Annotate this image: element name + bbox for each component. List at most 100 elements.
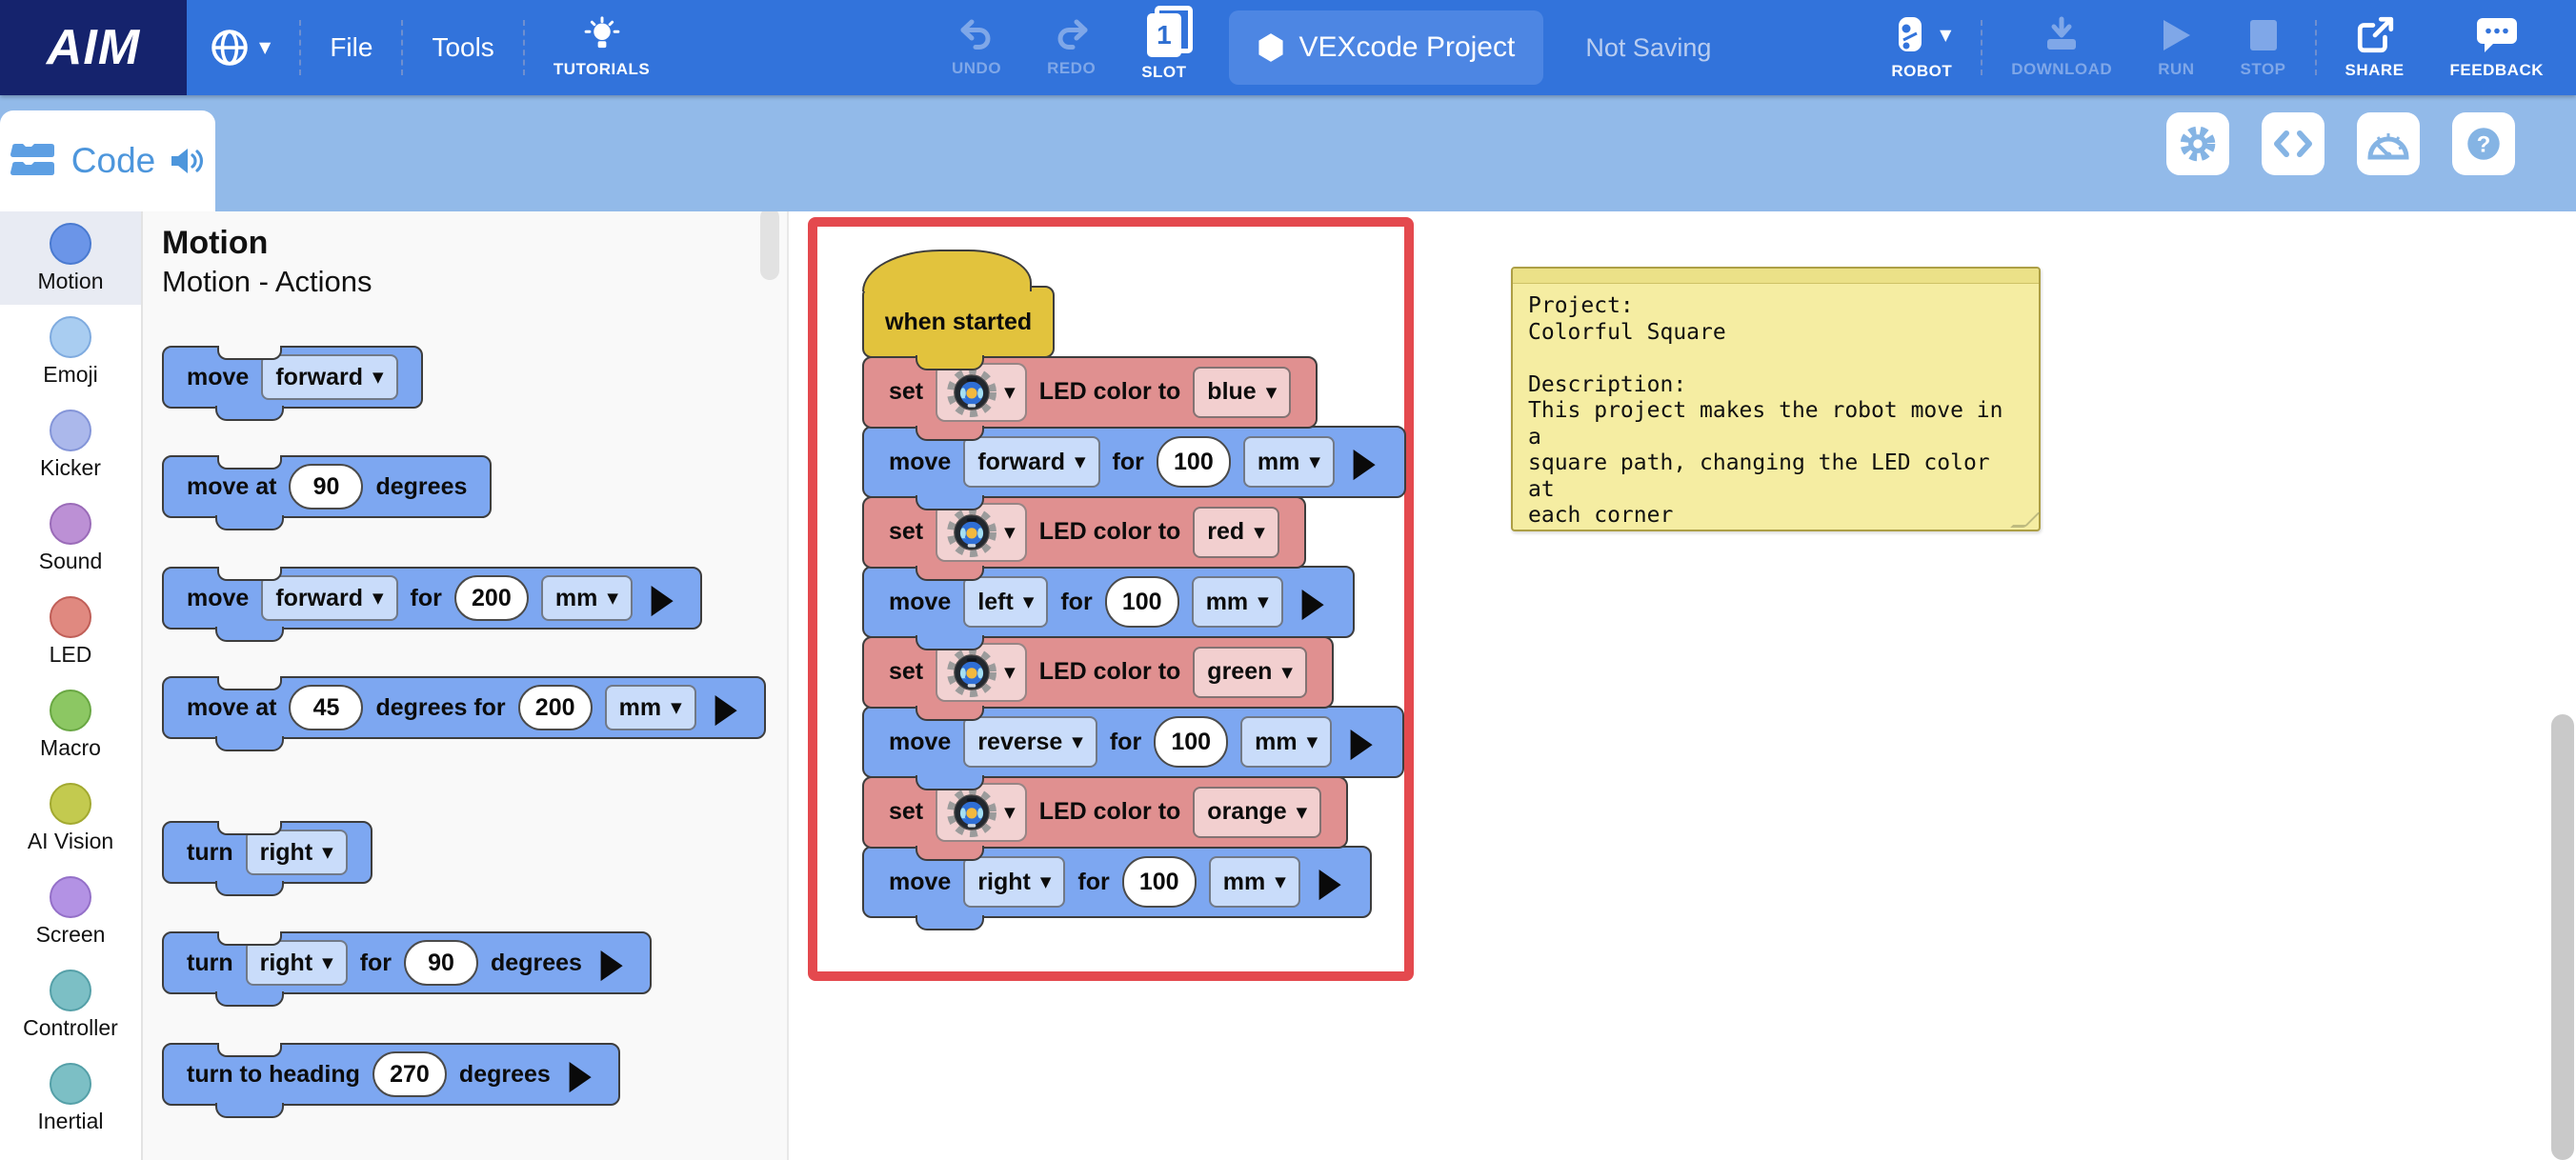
- code-view-button[interactable]: [2262, 112, 2324, 175]
- tutorials-button[interactable]: TUTORIALS: [531, 16, 673, 79]
- share-icon: [2355, 15, 2395, 55]
- slot-label: SLOT: [1141, 63, 1186, 82]
- dropdown-mm[interactable]: mm▼: [541, 575, 633, 621]
- expand-arrow[interactable]: ▶: [1351, 722, 1373, 762]
- dropdown-reverse[interactable]: reverse▼: [963, 716, 1097, 768]
- sidebar-item-led[interactable]: LED: [0, 585, 141, 678]
- number-input[interactable]: 90: [404, 940, 478, 986]
- toolbar: Code ?: [0, 95, 2576, 211]
- dropdown-green[interactable]: green▼: [1193, 647, 1307, 698]
- sidebar-item-inertial[interactable]: Inertial: [0, 1051, 141, 1145]
- expand-arrow[interactable]: ▶: [1301, 582, 1323, 622]
- share-button[interactable]: SHARE: [2323, 15, 2427, 80]
- undo-button[interactable]: UNDO: [929, 17, 1024, 78]
- robot-menu[interactable]: ▼ ROBOT: [1868, 14, 1975, 81]
- redo-button[interactable]: REDO: [1024, 17, 1118, 78]
- dropdown-mm[interactable]: mm▼: [1209, 856, 1300, 908]
- sidebar-item-emoji[interactable]: Emoji: [0, 305, 141, 398]
- number-input[interactable]: 45: [289, 685, 363, 730]
- dropdown-mm[interactable]: mm▼: [1243, 436, 1335, 488]
- download-button[interactable]: DOWNLOAD: [1988, 16, 2135, 79]
- tab-code[interactable]: Code: [0, 110, 215, 211]
- category-sidebar: MotionEmojiKickerSoundLEDMacroAI VisionS…: [0, 211, 143, 1160]
- number-input[interactable]: 100: [1154, 716, 1228, 768]
- number-input[interactable]: 200: [454, 575, 529, 621]
- tools-menu[interactable]: Tools: [409, 32, 516, 63]
- topbar-right: ▼ ROBOT DOWNLOAD RUN STOP: [1868, 0, 2566, 95]
- divider: [523, 20, 525, 75]
- number-input[interactable]: 100: [1122, 856, 1197, 908]
- feedback-icon: [2475, 15, 2519, 55]
- feedback-button[interactable]: FEEDBACK: [2427, 15, 2566, 80]
- sidebar-item-ai-vision[interactable]: AI Vision: [0, 771, 141, 865]
- help-button[interactable]: ?: [2452, 112, 2515, 175]
- run-button[interactable]: RUN: [2135, 16, 2217, 79]
- dropdown-mm[interactable]: mm▼: [1192, 576, 1283, 628]
- file-menu[interactable]: File: [307, 32, 395, 63]
- slot-button[interactable]: 1 SLOT: [1118, 13, 1209, 82]
- block-move-at[interactable]: move at45degrees for200mm▼▶: [162, 676, 766, 739]
- dropdown-right[interactable]: right▼: [246, 940, 348, 986]
- workspace-canvas[interactable]: when startedset▼LED color toblue▼movefor…: [791, 211, 2576, 1160]
- block-label: set: [889, 658, 923, 686]
- block-move-at[interactable]: move at90degrees: [162, 455, 492, 518]
- sidebar-item-sound[interactable]: Sound: [0, 491, 141, 585]
- dropdown-forward[interactable]: forward▼: [261, 354, 397, 400]
- expand-arrow[interactable]: ▶: [714, 688, 736, 728]
- monitor-button[interactable]: [2357, 112, 2420, 175]
- dropdown-left[interactable]: left▼: [963, 576, 1048, 628]
- number-input[interactable]: 270: [372, 1051, 447, 1097]
- dropdown-mm[interactable]: mm▼: [1240, 716, 1332, 768]
- block-turn[interactable]: turnright▼for90degrees▶: [162, 931, 652, 994]
- category-color-circle: [50, 503, 91, 545]
- speaker-icon[interactable]: [169, 145, 205, 177]
- robot-selector-dropdown[interactable]: ▼: [936, 363, 1027, 422]
- project-note[interactable]: Project: Colorful Square Description: Th…: [1511, 267, 2041, 531]
- chevron-down-icon: ▼: [1004, 384, 1016, 401]
- settings-button[interactable]: [2166, 112, 2229, 175]
- chevron-down-icon: ▼: [1254, 524, 1265, 541]
- number-input[interactable]: 100: [1105, 576, 1179, 628]
- workspace-scrollbar[interactable]: [2551, 714, 2574, 1160]
- sidebar-item-kicker[interactable]: Kicker: [0, 398, 141, 491]
- sidebar-item-macro[interactable]: Macro: [0, 678, 141, 771]
- note-text[interactable]: Project: Colorful Square Description: Th…: [1513, 284, 2039, 539]
- robot-selector-dropdown[interactable]: ▼: [936, 643, 1027, 702]
- block-turn-to-heading[interactable]: turn to heading270degrees▶: [162, 1043, 620, 1106]
- sidebar-item-screen[interactable]: Screen: [0, 865, 141, 958]
- sidebar-item-controller[interactable]: Controller: [0, 958, 141, 1051]
- dropdown-orange[interactable]: orange▼: [1193, 787, 1321, 838]
- svg-text:?: ?: [2477, 131, 2491, 157]
- language-menu[interactable]: ▼: [187, 28, 293, 68]
- expand-arrow[interactable]: ▶: [569, 1054, 591, 1094]
- block-when-started[interactable]: when started: [862, 286, 1055, 358]
- dropdown-blue[interactable]: blue▼: [1193, 367, 1291, 418]
- expand-arrow[interactable]: ▶: [651, 578, 673, 618]
- project-name-button[interactable]: VEXcode Project: [1229, 10, 1544, 85]
- dropdown-right[interactable]: right▼: [246, 830, 348, 875]
- dropdown-forward[interactable]: forward▼: [261, 575, 397, 621]
- number-input[interactable]: 100: [1157, 436, 1231, 488]
- dropdown-red[interactable]: red▼: [1193, 507, 1278, 558]
- number-input[interactable]: 200: [518, 685, 593, 730]
- stop-button[interactable]: STOP: [2218, 16, 2309, 79]
- palette-scrollbar[interactable]: [760, 208, 779, 280]
- dropdown-right[interactable]: right▼: [963, 856, 1065, 908]
- block-move[interactable]: moveforward▼for200mm▼▶: [162, 567, 702, 630]
- sidebar-item-motion[interactable]: Motion: [0, 211, 141, 305]
- block-move[interactable]: moveforward▼: [162, 346, 423, 409]
- dropdown-forward[interactable]: forward▼: [963, 436, 1099, 488]
- block-label: set: [889, 518, 923, 546]
- chevron-down-icon: ▼: [1307, 733, 1318, 750]
- block-label: for: [1060, 589, 1092, 616]
- number-input[interactable]: 90: [289, 464, 363, 510]
- chevron-down-icon: ▼: [372, 369, 384, 386]
- expand-arrow[interactable]: ▶: [1353, 442, 1375, 482]
- block-turn[interactable]: turnright▼: [162, 821, 372, 884]
- expand-arrow[interactable]: ▶: [1318, 862, 1340, 902]
- dropdown-mm[interactable]: mm▼: [605, 685, 696, 730]
- robot-selector-dropdown[interactable]: ▼: [936, 783, 1027, 842]
- block-label: move: [187, 585, 249, 612]
- expand-arrow[interactable]: ▶: [600, 943, 622, 983]
- robot-selector-dropdown[interactable]: ▼: [936, 503, 1027, 562]
